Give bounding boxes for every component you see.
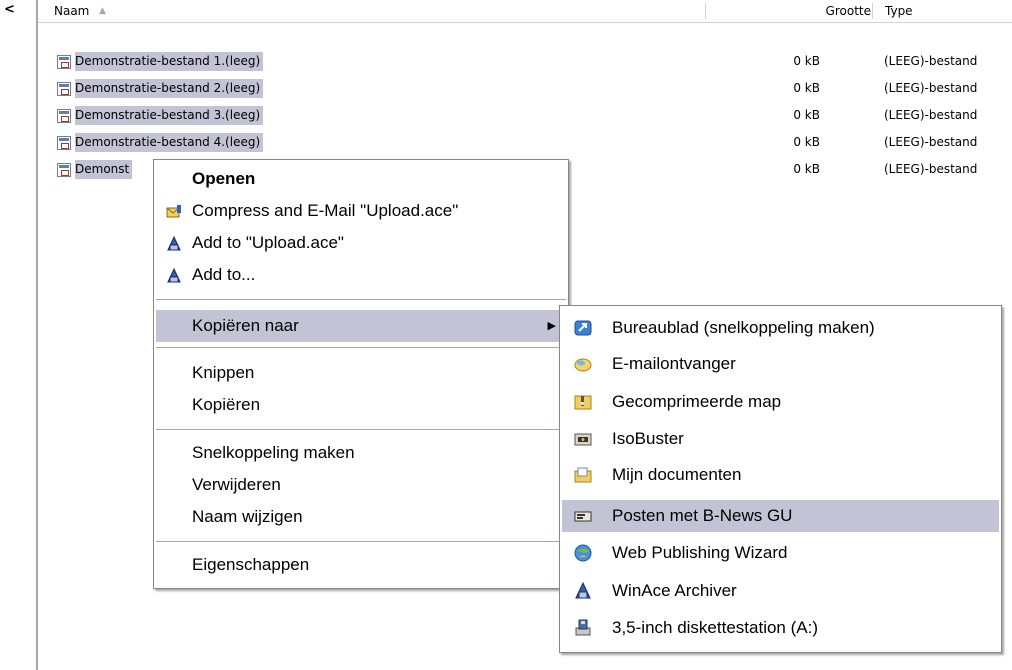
file-icon: [57, 108, 71, 123]
file-name: Demonstratie-bestand 1.(leeg): [75, 52, 264, 71]
file-type: (LEEG)-bestand: [884, 81, 978, 95]
column-header-name[interactable]: Naam: [54, 0, 89, 21]
menu-item-add-to-upload[interactable]: Add to "Upload.ace": [156, 227, 566, 259]
file-size: 0 kB: [793, 135, 820, 149]
menu-separator: [156, 299, 566, 300]
menu-item-copy[interactable]: Kopiëren: [156, 389, 566, 421]
send-to-item-mail-recipient[interactable]: E-mailontvanger: [562, 348, 999, 380]
menu-item-delete[interactable]: Verwijderen: [156, 469, 566, 501]
menu-item-open[interactable]: Openen: [156, 163, 566, 195]
file-type: (LEEG)-bestand: [884, 108, 978, 122]
context-menu: Openen Compress and E-Mail "Upload.ace" …: [153, 159, 569, 589]
desktop-icon: [574, 320, 592, 336]
column-header-size[interactable]: Grootte: [826, 0, 871, 21]
menu-item-add-to[interactable]: Add to...: [156, 259, 566, 291]
send-to-item-zip-folder[interactable]: Gecomprimeerde map: [562, 386, 999, 418]
isobuster-icon: [574, 433, 592, 446]
submenu-arrow-icon: ▶: [547, 320, 556, 332]
file-type: (LEEG)-bestand: [884, 162, 978, 176]
file-size: 0 kB: [793, 81, 820, 95]
web-publishing-icon: [574, 544, 592, 562]
file-icon: [57, 135, 71, 150]
bnews-icon: [574, 511, 592, 522]
mail-recipient-icon: [574, 358, 592, 372]
send-to-item-winace[interactable]: WinAce Archiver: [562, 575, 999, 607]
winace-icon: [575, 581, 591, 599]
column-header-type[interactable]: Type: [885, 0, 913, 21]
file-name: Demonst: [75, 160, 133, 179]
floppy-drive-icon: [575, 619, 591, 636]
file-icon: [57, 54, 71, 69]
folder-pane: <: [0, 0, 36, 670]
list-header: Naam ▲ Grootte Type: [38, 0, 1012, 23]
menu-item-cut[interactable]: Knippen: [156, 357, 566, 389]
send-to-item-desktop[interactable]: Bureaublad (snelkoppeling maken): [562, 312, 999, 344]
file-size: 0 kB: [793, 108, 820, 122]
send-to-item-bnews[interactable]: Posten met B-News GU: [562, 500, 999, 532]
file-name: Demonstratie-bestand 3.(leeg): [75, 106, 264, 125]
file-row[interactable]: Demonstratie-bestand 4.(leeg) 0 kB (LEEG…: [54, 133, 1012, 152]
file-type: (LEEG)-bestand: [884, 135, 978, 149]
file-icon: [57, 162, 71, 177]
send-to-submenu: Bureaublad (snelkoppeling maken) E-mailo…: [559, 305, 1002, 653]
my-documents-icon: [574, 467, 592, 483]
menu-item-compress-email[interactable]: Compress and E-Mail "Upload.ace": [156, 195, 566, 227]
file-size: 0 kB: [793, 162, 820, 176]
menu-separator: [156, 429, 566, 430]
collapse-pane-icon[interactable]: <: [4, 2, 15, 17]
file-row[interactable]: Demonstratie-bestand 2.(leeg) 0 kB (LEEG…: [54, 79, 1012, 98]
send-to-item-my-documents[interactable]: Mijn documenten: [562, 459, 999, 491]
send-to-item-web-publishing[interactable]: Web Publishing Wizard: [562, 537, 999, 569]
column-divider[interactable]: [872, 3, 873, 19]
menu-item-properties[interactable]: Eigenschappen: [156, 549, 566, 581]
file-name: Demonstratie-bestand 4.(leeg): [75, 133, 264, 152]
file-row[interactable]: Demonstratie-bestand 3.(leeg) 0 kB (LEEG…: [54, 106, 1012, 125]
winace-icon: [167, 267, 181, 283]
file-row[interactable]: Demonstratie-bestand 1.(leeg) 0 kB (LEEG…: [54, 52, 1012, 71]
menu-item-rename[interactable]: Naam wijzigen: [156, 501, 566, 533]
menu-item-create-shortcut[interactable]: Snelkoppeling maken: [156, 437, 566, 469]
file-type: (LEEG)-bestand: [884, 54, 978, 68]
menu-separator: [156, 347, 566, 348]
zip-folder-icon: [574, 395, 592, 410]
send-to-item-isobuster[interactable]: IsoBuster: [562, 423, 999, 455]
send-to-item-floppy[interactable]: 3,5-inch diskettestation (A:): [562, 612, 999, 644]
compress-email-icon: [166, 205, 181, 218]
file-icon: [57, 81, 71, 96]
winace-icon: [167, 235, 181, 251]
file-size: 0 kB: [793, 54, 820, 68]
file-name: Demonstratie-bestand 2.(leeg): [75, 79, 264, 98]
sort-ascending-icon: ▲: [99, 6, 106, 16]
pane-divider[interactable]: [36, 0, 38, 670]
menu-item-send-to[interactable]: Kopiëren naar ▶: [156, 310, 566, 342]
menu-separator: [156, 541, 566, 542]
column-divider[interactable]: [705, 3, 706, 19]
